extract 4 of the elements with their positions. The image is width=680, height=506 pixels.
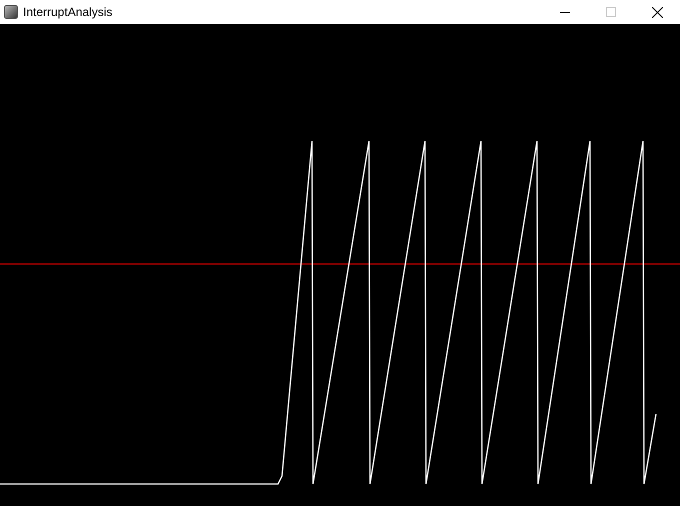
close-icon	[652, 6, 662, 18]
app-icon	[4, 5, 18, 19]
window-title: InterruptAnalysis	[23, 4, 112, 21]
maximize-icon	[606, 7, 616, 17]
